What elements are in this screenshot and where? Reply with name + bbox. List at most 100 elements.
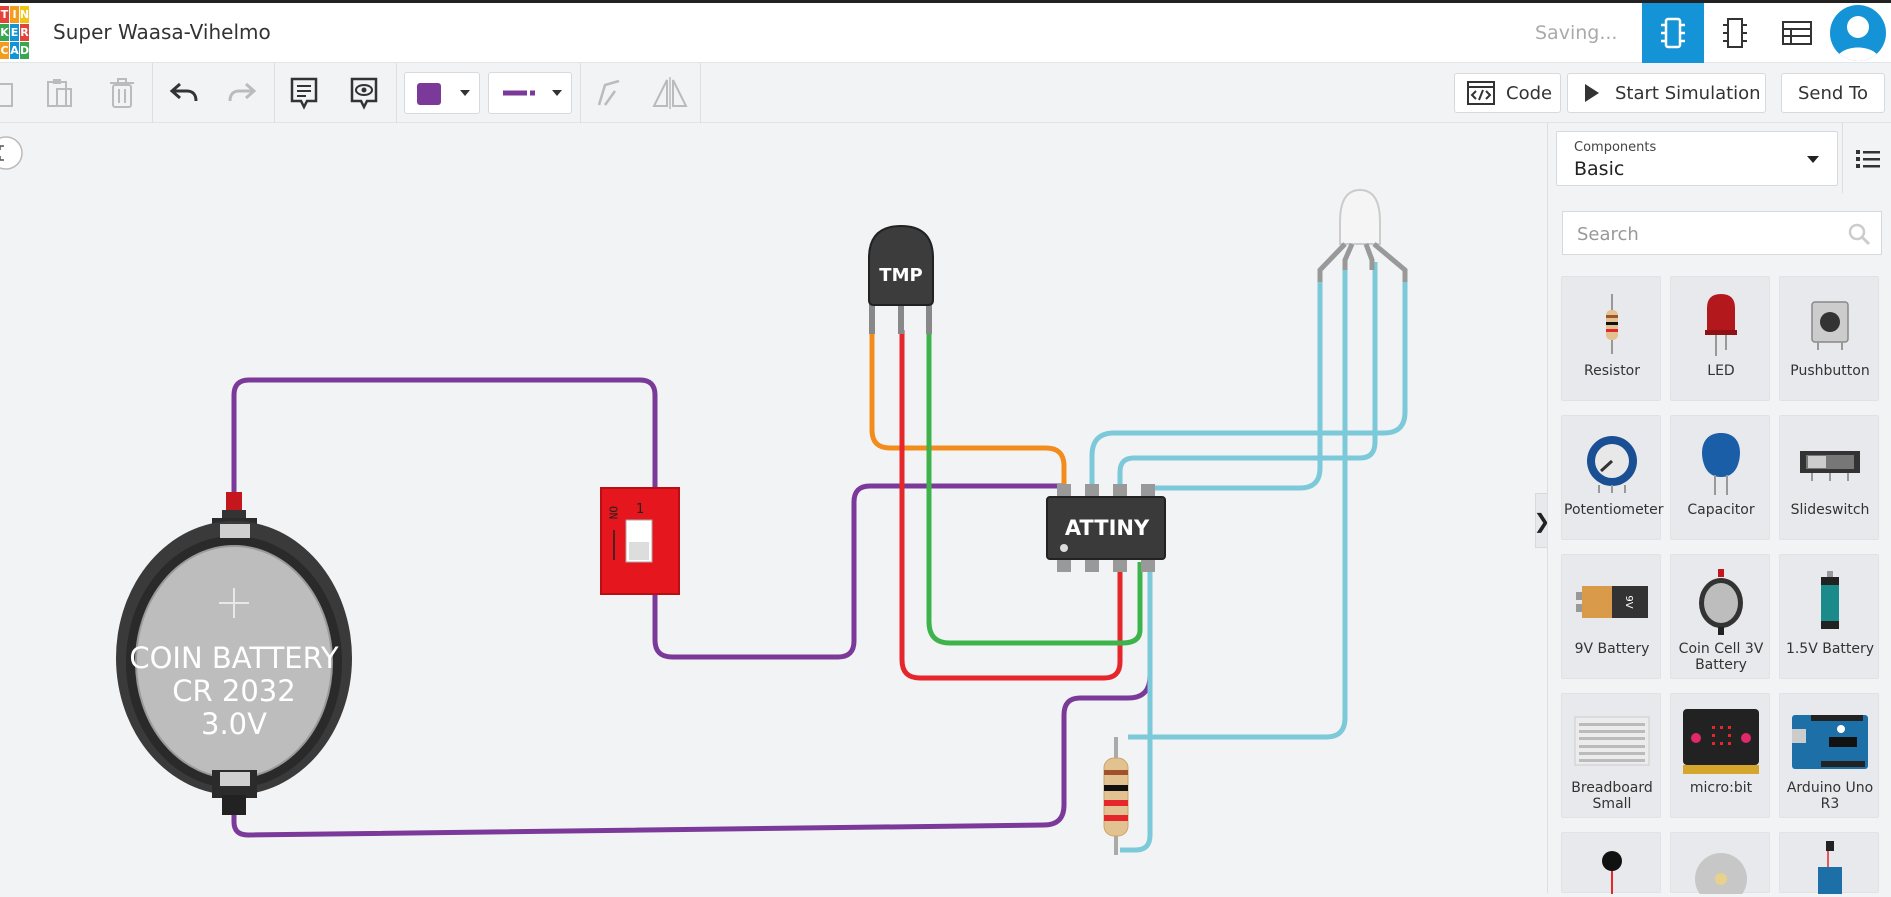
component-slideswitch[interactable]: Slideswitch xyxy=(1779,415,1879,540)
component-list-button[interactable] xyxy=(1766,3,1828,63)
project-title[interactable]: Super Waasa-Vihelmo xyxy=(53,20,271,44)
user-avatar[interactable] xyxy=(1830,5,1886,61)
logo-letter: K xyxy=(0,24,9,41)
chevron-down-icon xyxy=(552,90,562,96)
component-name: Arduino Uno R3 xyxy=(1786,780,1874,812)
svg-text:9V: 9V xyxy=(1623,595,1634,608)
component-potentiometer[interactable]: Potentiometer xyxy=(1561,415,1664,540)
rotate-icon xyxy=(597,79,620,106)
battery-label-line: 3.0V xyxy=(201,707,267,741)
arduino-uno-icon xyxy=(1792,715,1868,769)
notes-button[interactable] xyxy=(286,73,322,113)
logo-letter: D xyxy=(19,42,30,59)
play-icon xyxy=(1585,84,1599,102)
wire-color-swatch xyxy=(417,83,441,105)
logo-letter: N xyxy=(19,6,30,23)
redo-button[interactable] xyxy=(224,73,260,113)
component-list-icon xyxy=(1782,21,1812,45)
component-pushbutton[interactable]: Pushbutton xyxy=(1779,276,1879,401)
component-servo[interactable] xyxy=(1779,832,1879,894)
resistor[interactable] xyxy=(1103,737,1129,855)
wire-type-picker[interactable] xyxy=(488,72,572,114)
slideswitch-icon xyxy=(1800,451,1860,481)
component-vibration-motor[interactable] xyxy=(1561,832,1661,894)
component-dc-motor[interactable] xyxy=(1670,832,1770,894)
component-capacitor[interactable]: Capacitor xyxy=(1670,415,1770,540)
led-icon xyxy=(1705,294,1737,356)
component-microbit[interactable]: micro:bit xyxy=(1670,693,1770,818)
trash-icon xyxy=(110,78,134,108)
send-to-button[interactable]: Send To xyxy=(1781,73,1885,113)
resistor-icon xyxy=(1606,294,1618,354)
component-name: Slideswitch xyxy=(1790,502,1870,518)
components-panel: Components Basic Resistor LED Pushbutton… xyxy=(1547,123,1891,894)
pushbutton-icon xyxy=(1811,301,1849,350)
delete-button[interactable] xyxy=(104,73,140,113)
components-dropdown-label: Components xyxy=(1574,140,1657,155)
circuit-view-button[interactable] xyxy=(1642,3,1704,63)
temperature-sensor[interactable]: TMP xyxy=(868,224,934,334)
rotate-button[interactable] xyxy=(590,73,626,113)
switch-number-label: 1 xyxy=(636,502,644,517)
component-coin-cell-battery[interactable]: Coin Cell 3V Battery xyxy=(1670,554,1770,679)
battery-label-line: CR 2032 xyxy=(172,674,295,708)
toolbar-divider xyxy=(700,63,701,123)
wire-color-picker[interactable] xyxy=(404,72,480,114)
logo-letter: A xyxy=(10,42,19,59)
start-simulation-button[interactable]: Start Simulation xyxy=(1567,73,1766,113)
component-breadboard-small[interactable]: Breadboard Small xyxy=(1561,693,1661,818)
wire-cyan[interactable] xyxy=(1117,262,1378,488)
component-name: Breadboard Small xyxy=(1571,780,1653,812)
coin-cell-icon xyxy=(1699,569,1743,635)
flip-button[interactable] xyxy=(650,73,690,113)
notes-icon xyxy=(290,77,318,110)
component-name: Resistor xyxy=(1584,363,1640,379)
attiny-chip[interactable]: ATTINY xyxy=(1046,484,1166,572)
component-name: LED xyxy=(1707,363,1735,379)
servo-icon xyxy=(1818,841,1842,894)
tinkercad-logo[interactable]: T I N K E R C A D xyxy=(0,6,29,60)
edit-toolbar: Code Start Simulation Send To xyxy=(0,63,1891,123)
component-search[interactable] xyxy=(1562,211,1882,256)
component-arduino-uno[interactable]: Arduino Uno R3 xyxy=(1779,693,1879,818)
toggle-notes-button[interactable] xyxy=(346,73,382,113)
copy-button[interactable] xyxy=(0,73,20,113)
code-button[interactable]: Code xyxy=(1454,73,1561,113)
dip-switch[interactable]: ON 1 xyxy=(600,487,680,595)
logo-letter: T xyxy=(0,6,9,23)
component-name: Coin Cell 3V Battery xyxy=(1678,641,1764,673)
undo-icon xyxy=(169,82,198,102)
switch-on-label: ON xyxy=(607,506,620,519)
component-name: 1.5V Battery xyxy=(1785,641,1875,657)
components-dropdown[interactable]: Components Basic xyxy=(1556,131,1838,186)
schematic-view-button[interactable] xyxy=(1704,3,1766,63)
component-name: 9V Battery xyxy=(1574,641,1650,657)
circuit-canvas[interactable]: COIN BATTERY CR 2032 3.0V ON 1 TMP ATTIN… xyxy=(0,123,1547,893)
rgb-led[interactable] xyxy=(1317,188,1408,282)
9v-battery-icon: 9V xyxy=(1576,586,1648,618)
component-9v-battery[interactable]: 9V 9V Battery xyxy=(1561,554,1661,679)
fit-view-icon[interactable] xyxy=(0,136,23,170)
top-bar: T I N K E R C A D Super Waasa-Vihelmo Sa… xyxy=(0,0,1891,63)
paste-button[interactable] xyxy=(42,73,78,113)
aa-battery-icon xyxy=(1821,571,1839,629)
circuit-drawing: COIN BATTERY CR 2032 3.0V ON 1 TMP ATTIN… xyxy=(0,136,1408,855)
list-view-button[interactable] xyxy=(1848,141,1888,177)
undo-button[interactable] xyxy=(166,73,202,113)
wire-type-icon xyxy=(503,90,535,96)
components-dropdown-value: Basic xyxy=(1574,158,1625,180)
microbit-icon xyxy=(1683,709,1759,774)
paste-icon xyxy=(47,79,72,107)
coin-battery[interactable]: COIN BATTERY CR 2032 3.0V xyxy=(116,492,352,815)
potentiometer-icon xyxy=(1587,436,1637,493)
capacitor-icon xyxy=(1702,433,1740,495)
toolbar-divider xyxy=(274,63,275,123)
search-input[interactable] xyxy=(1575,212,1839,256)
component-led[interactable]: LED xyxy=(1670,276,1770,401)
wire-purple[interactable] xyxy=(231,559,1153,838)
user-icon xyxy=(1836,16,1880,61)
flip-icon xyxy=(652,77,688,109)
logo-letter: C xyxy=(0,42,9,59)
component-resistor[interactable]: Resistor xyxy=(1561,276,1661,401)
component-1-5v-battery[interactable]: 1.5V Battery xyxy=(1779,554,1879,679)
